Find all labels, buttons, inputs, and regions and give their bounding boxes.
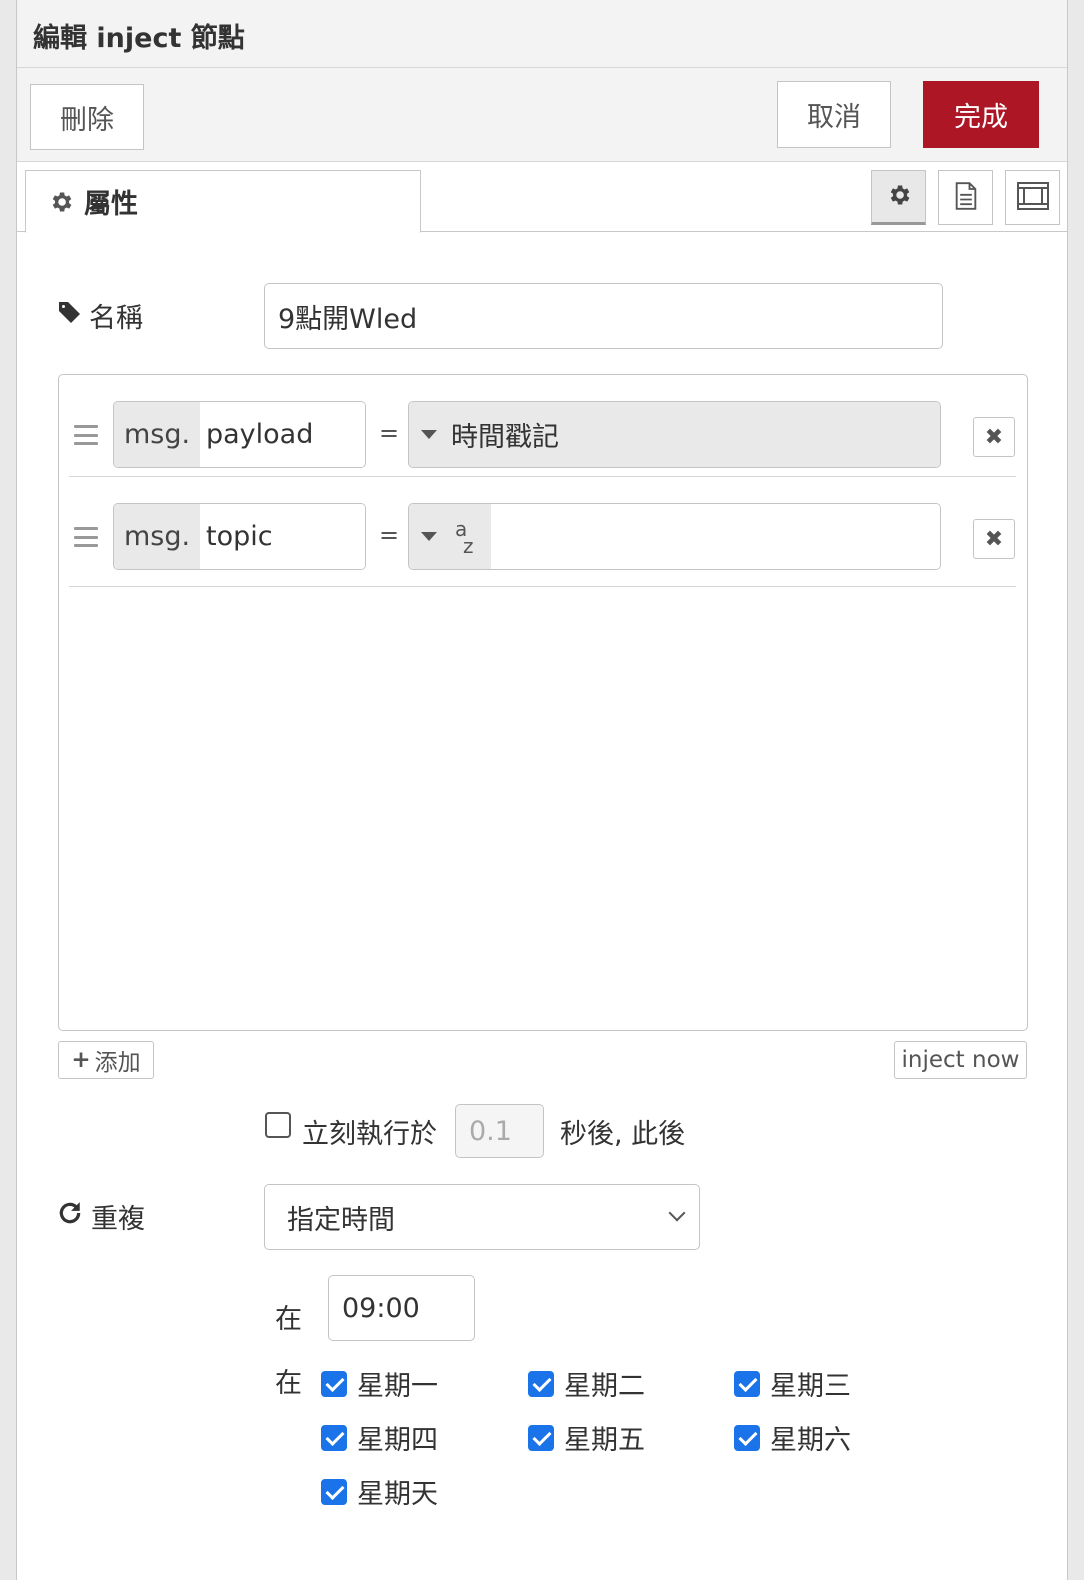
add-label: 添加 xyxy=(94,1050,141,1076)
cancel-button[interactable]: 取消 xyxy=(777,81,891,148)
property-row: msg. topic = az ✖ xyxy=(69,477,1016,587)
property-row: msg. payload = 時間戳記 ✖ xyxy=(69,375,1016,477)
close-icon: ✖ xyxy=(984,424,1004,450)
remove-property-button[interactable]: ✖ xyxy=(973,519,1015,559)
properties-list: msg. payload = 時間戳記 ✖ msg. topic = a z ✖ xyxy=(58,374,1028,1031)
equals-sign: = xyxy=(379,521,400,549)
msg-prefix: msg. xyxy=(114,504,200,569)
property-name-input[interactable]: msg. topic xyxy=(113,503,366,570)
tray-title: 編輯 inject 節點 xyxy=(33,23,245,54)
day-checkbox-thu[interactable]: 星期四 xyxy=(321,1418,438,1457)
chevron-down-icon xyxy=(668,1204,686,1222)
day-checkbox-fri[interactable]: 星期五 xyxy=(528,1418,645,1457)
frame-icon xyxy=(1016,181,1049,214)
property-value-input[interactable]: az xyxy=(408,503,941,570)
msg-prefix: msg. xyxy=(114,402,200,467)
name-input[interactable]: 9點開Wled xyxy=(264,283,943,349)
plus-icon: + xyxy=(71,1047,91,1073)
once-suffix: 秒後, 此後 xyxy=(560,1119,686,1150)
caret-down-icon xyxy=(421,532,437,541)
edit-tray: 編輯 inject 節點 刪除 取消 完成 屬性 名稱 9點開Wled msg.… xyxy=(16,0,1068,1580)
tab-bar: 屬性 xyxy=(17,162,1067,233)
repeat-selected: 指定時間 xyxy=(287,1204,395,1236)
tray-header: 編輯 inject 節點 xyxy=(17,0,1067,68)
once-checkbox[interactable] xyxy=(265,1112,291,1142)
equals-sign: = xyxy=(379,419,400,447)
type-select[interactable]: az xyxy=(409,504,491,569)
name-label-text: 名稱 xyxy=(89,303,143,334)
document-icon xyxy=(953,181,979,214)
repeat-select[interactable]: 指定時間 xyxy=(264,1184,700,1250)
remove-property-button[interactable]: ✖ xyxy=(973,417,1015,457)
time-input[interactable]: 09:00 xyxy=(328,1275,475,1341)
day-checkbox-wed[interactable]: 星期三 xyxy=(734,1364,851,1403)
gear-icon xyxy=(48,189,74,215)
drag-handle-icon[interactable] xyxy=(74,527,98,547)
tab-properties[interactable]: 屬性 xyxy=(25,170,421,233)
refresh-icon xyxy=(57,1200,83,1233)
day-checkbox-sat[interactable]: 星期六 xyxy=(734,1418,851,1457)
property-value-field[interactable] xyxy=(491,504,940,569)
name-label: 名稱 xyxy=(57,296,143,335)
close-icon: ✖ xyxy=(984,526,1004,552)
time-at-label: 在 xyxy=(275,1304,302,1335)
done-button[interactable]: 完成 xyxy=(923,81,1039,148)
caret-down-icon xyxy=(421,430,437,439)
appearance-tab-button[interactable] xyxy=(1005,170,1060,225)
day-checkbox-mon[interactable]: 星期一 xyxy=(321,1364,438,1403)
property-key: topic xyxy=(200,504,365,569)
repeat-label-text: 重複 xyxy=(91,1204,145,1235)
description-tab-button[interactable] xyxy=(938,170,993,225)
delete-button[interactable]: 刪除 xyxy=(30,84,144,150)
repeat-label: 重複 xyxy=(57,1197,145,1236)
type-select[interactable]: 時間戳記 xyxy=(409,402,940,467)
gear-icon xyxy=(886,182,912,212)
once-delay-input[interactable]: 0.1 xyxy=(455,1104,544,1158)
tray-toolbar: 刪除 取消 完成 xyxy=(17,68,1067,162)
properties-tab-button[interactable] xyxy=(871,170,926,225)
property-name-input[interactable]: msg. payload xyxy=(113,401,366,468)
days-at-label: 在 xyxy=(275,1368,302,1399)
add-property-button[interactable]: + 添加 xyxy=(58,1041,154,1079)
day-checkbox-sun[interactable]: 星期天 xyxy=(321,1472,438,1511)
drag-handle-icon[interactable] xyxy=(74,425,98,445)
property-key: payload xyxy=(200,402,365,467)
property-value-input[interactable]: 時間戳記 xyxy=(408,401,941,468)
tag-icon xyxy=(57,300,81,331)
type-label: 時間戳記 xyxy=(451,422,559,453)
string-az-icon: az xyxy=(455,516,474,558)
day-checkbox-tue[interactable]: 星期二 xyxy=(528,1364,645,1403)
once-label: 立刻執行於 xyxy=(302,1119,437,1150)
tab-properties-label: 屬性 xyxy=(84,189,138,220)
inject-now-button[interactable]: inject now xyxy=(894,1041,1027,1079)
